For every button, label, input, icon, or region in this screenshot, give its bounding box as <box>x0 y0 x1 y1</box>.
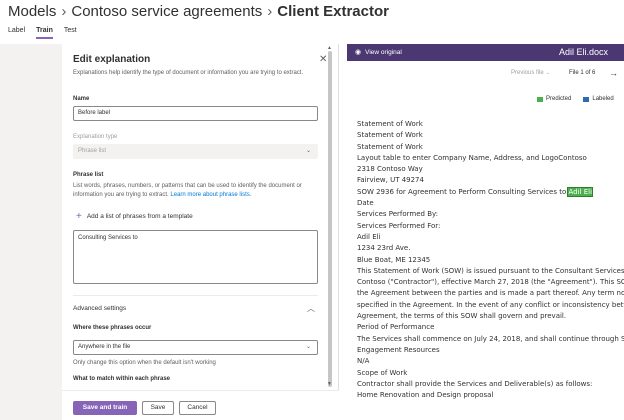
breadcrumb: Models › Contoso service agreements › Cl… <box>8 3 389 20</box>
doc-line: Blue Boat, ME 12345 <box>357 255 431 264</box>
document-header: ◉ View original Adil Eli.docx <box>347 44 624 61</box>
page-title: Client Extractor <box>277 3 389 20</box>
doc-line: Services Performed For: <box>357 221 441 230</box>
left-background <box>0 44 62 420</box>
doc-line: This Statement of Work (SOW) is issued p… <box>357 266 624 275</box>
eye-icon: ◉ <box>355 49 362 56</box>
explanation-type-select: Phrase list ⌄ <box>73 144 318 159</box>
document-viewer: ◉ View original Adil Eli.docx Previous f… <box>347 44 624 420</box>
file-pager: Previous file ← File 1 of 6 → <box>347 67 624 83</box>
where-select-value: Anywhere in the file <box>78 344 131 350</box>
doc-line: 2318 Contoso Way <box>357 165 423 174</box>
top-bar: Models › Contoso service agreements › Cl… <box>0 0 624 44</box>
doc-line: Layout table to enter Company Name, Addr… <box>357 153 587 162</box>
doc-line: Agreement, the terms of this SOW shall g… <box>357 312 567 321</box>
doc-line: Services Performed By: <box>357 210 438 219</box>
tab-train[interactable]: Train <box>36 27 53 39</box>
doc-line: Scope of Work <box>357 368 408 377</box>
panel-scrollbar[interactable] <box>328 51 332 387</box>
doc-line-sow: SOW 2936 for Agreement to Perform Consul… <box>357 186 624 198</box>
add-template-button[interactable]: + Add a list of phrases from a template <box>76 211 193 222</box>
phrase-list-label: Phrase list <box>73 172 104 178</box>
panel-scroll-area: Edit explanation ✕ Explanations help ide… <box>62 44 339 390</box>
doc-line: 1234 23rd Ave. <box>357 244 411 253</box>
doc-line: Date <box>357 199 374 208</box>
breadcrumb-separator: › <box>61 3 67 20</box>
where-help: Only change this option when the default… <box>73 360 216 366</box>
panel-title: Edit explanation <box>73 54 151 65</box>
document-name: Adil Eli.docx <box>559 47 609 57</box>
doc-line: Contractor shall provide the Services an… <box>357 379 593 388</box>
doc-line: Adil Eli <box>357 232 381 241</box>
doc-line: Period of Performance <box>357 323 435 332</box>
save-button[interactable]: Save <box>142 401 174 415</box>
chevron-down-icon: ⌄ <box>305 148 311 154</box>
label-legend: Predicted Labeled <box>537 96 614 102</box>
where-select[interactable]: Anywhere in the file ⌄ <box>73 340 318 355</box>
tab-test[interactable]: Test <box>64 27 77 39</box>
doc-line: The Services shall commence on July 24, … <box>357 334 624 343</box>
gutter <box>339 44 347 420</box>
advanced-settings-toggle[interactable]: Advanced settings <box>73 305 126 312</box>
phrase-list-help: List words, phrases, numbers, or pattern… <box>73 182 328 200</box>
name-input-value: Before label <box>78 110 111 116</box>
previous-file-label: Previous file <box>511 70 544 76</box>
phrase-list-text: Consulting Services to <box>78 235 138 241</box>
file-page-info: File 1 of 6 <box>569 70 596 76</box>
match-label: What to match within each phrase <box>73 376 171 382</box>
labeled-swatch <box>583 96 590 102</box>
next-file-icon[interactable]: → <box>609 68 618 78</box>
doc-line: Statement of Work <box>357 120 423 128</box>
learn-more-link[interactable]: Learn more about phrase lists. <box>170 192 251 198</box>
view-original-button[interactable]: ◉ View original <box>355 48 402 57</box>
tab-label[interactable]: Label <box>8 27 25 39</box>
where-label: Where these phrases occur <box>73 325 152 331</box>
breadcrumb-separator: › <box>267 3 273 20</box>
doc-line: Contoso ("Contractor"), effective March … <box>357 278 624 287</box>
cancel-button[interactable]: Cancel <box>179 401 216 415</box>
tab-bar: Label Train Test <box>8 27 88 39</box>
divider <box>73 295 318 296</box>
edit-explanation-panel: Edit explanation ✕ Explanations help ide… <box>62 44 339 420</box>
breadcrumb-project[interactable]: Contoso service agreements <box>71 3 262 20</box>
doc-line: Statement of Work <box>357 131 423 140</box>
breadcrumb-models[interactable]: Models <box>8 3 56 20</box>
add-template-label: Add a list of phrases from a template <box>86 213 193 220</box>
explanation-type-value: Phrase list <box>78 148 107 154</box>
plus-icon: + <box>76 211 82 222</box>
panel-description: Explanations help identify the type of d… <box>73 70 304 76</box>
predicted-label-highlight[interactable]: Adil Eli <box>567 186 594 197</box>
doc-line: Statement of Work <box>357 142 423 151</box>
doc-line: Fairview, UT 49274 <box>357 176 424 185</box>
sow-text: SOW 2936 for Agreement to Perform Consul… <box>357 187 569 196</box>
doc-line: Engagement Resources <box>357 345 440 354</box>
doc-line: N/A <box>357 357 370 366</box>
chevron-down-icon: ⌄ <box>305 344 311 350</box>
chevron-up-icon[interactable]: ︿ <box>307 303 315 314</box>
previous-file-button[interactable]: Previous file ← <box>511 70 551 76</box>
explanation-type-label: Explanation type <box>73 134 118 140</box>
scroll-down-icon[interactable]: ▼ <box>327 381 332 387</box>
phrase-list-textarea[interactable]: Consulting Services to <box>73 230 318 284</box>
close-icon[interactable]: ✕ <box>319 54 327 65</box>
document-text: Statement of Work Statement of Work Stat… <box>357 119 624 401</box>
doc-line: specified in the Agreement. In the event… <box>357 300 624 309</box>
name-input[interactable]: Before label <box>73 106 318 121</box>
legend-labeled: Labeled <box>592 96 614 102</box>
predicted-swatch <box>537 96 543 102</box>
view-original-label: View original <box>365 48 402 56</box>
panel-footer: Save and train Save Cancel <box>62 390 339 420</box>
save-and-train-button[interactable]: Save and train <box>73 401 137 415</box>
doc-line: Home Renovation and Design proposal <box>357 391 494 400</box>
legend-predicted: Predicted <box>546 96 572 102</box>
doc-line: the Agreement between the parties and is… <box>357 289 624 298</box>
name-label: Name <box>73 96 90 102</box>
